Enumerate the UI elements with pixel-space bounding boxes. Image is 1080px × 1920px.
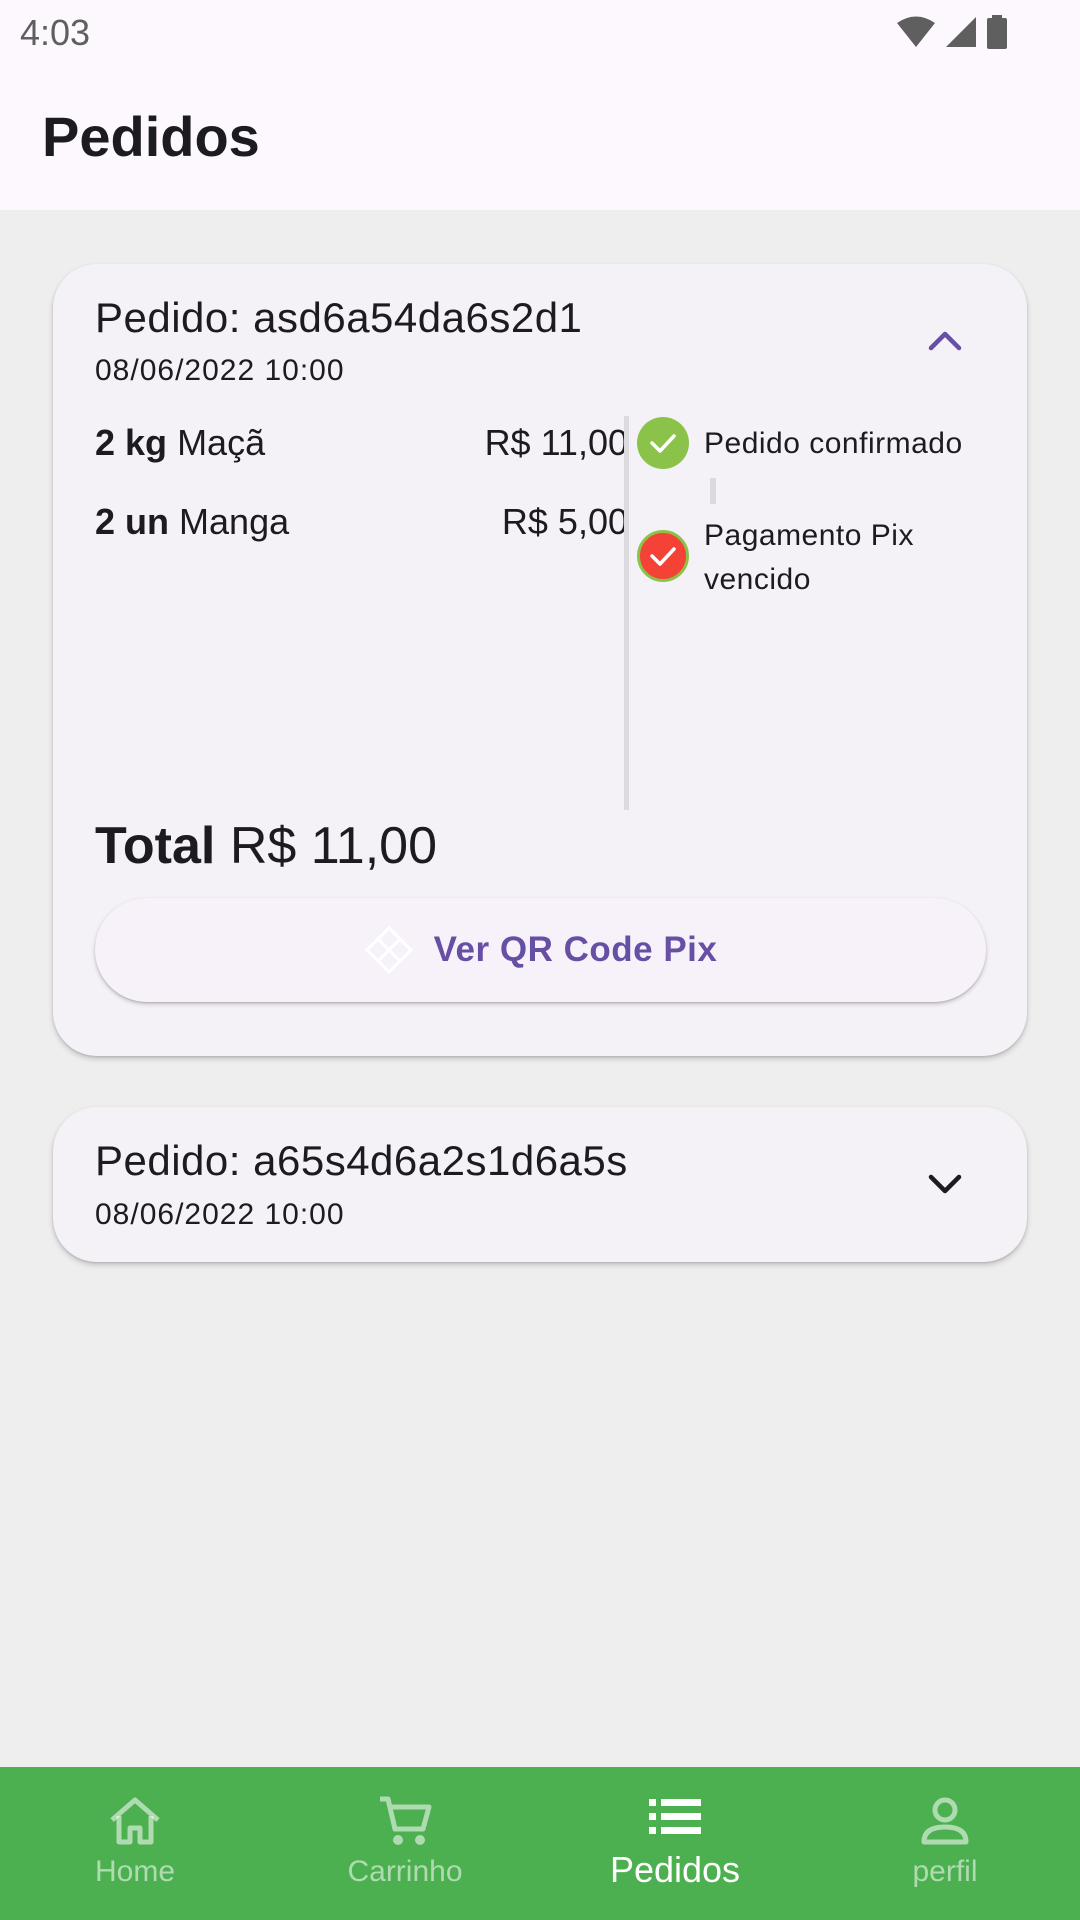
item-price: R$ 11,00 bbox=[484, 422, 628, 463]
total-value: R$ 11,00 bbox=[229, 817, 437, 875]
order-id: Pedido: a65s4d6a2s1d6a5s bbox=[95, 1137, 628, 1184]
total-label: Total bbox=[95, 817, 216, 875]
order-date: 08/06/2022 10:00 bbox=[95, 354, 345, 387]
bottom-navigation: Home Carrinho Pedidos perfil bbox=[0, 1767, 1080, 1920]
timeline-status-label: Pedido confirmado bbox=[704, 427, 963, 460]
list-item: 2 kg Maçã R$ 11,00 bbox=[95, 422, 628, 470]
person-icon bbox=[921, 1797, 969, 1845]
item-quantity: 2 un bbox=[95, 501, 170, 542]
nav-item-profile[interactable]: perfil bbox=[810, 1767, 1080, 1920]
item-name: Manga bbox=[179, 501, 290, 542]
status-expired-indicator bbox=[637, 530, 689, 582]
item-name: Maçã bbox=[177, 422, 266, 463]
order-id: Pedido: asd6a54da6s2d1 bbox=[95, 294, 583, 341]
order-date: 08/06/2022 10:00 bbox=[95, 1198, 345, 1231]
nav-label: Pedidos bbox=[609, 1849, 741, 1890]
expand-button[interactable] bbox=[919, 1158, 971, 1210]
home-icon bbox=[110, 1797, 160, 1845]
nav-label: perfil bbox=[912, 1855, 978, 1888]
nav-label: Home bbox=[94, 1855, 176, 1888]
page-title: Pedidos bbox=[42, 105, 260, 168]
nav-item-home[interactable]: Home bbox=[0, 1767, 270, 1920]
nav-item-cart[interactable]: Carrinho bbox=[270, 1767, 540, 1920]
check-icon bbox=[650, 547, 676, 566]
cart-icon bbox=[380, 1796, 432, 1845]
app-bar: Pedidos bbox=[0, 66, 1080, 210]
item-quantity: 2 kg bbox=[95, 422, 168, 463]
view-qr-code-label: Ver QR Code Pix bbox=[433, 930, 718, 969]
battery-icon bbox=[987, 15, 1007, 49]
wifi-icon bbox=[897, 16, 935, 47]
item-price: R$ 5,00 bbox=[501, 501, 628, 542]
pix-icon bbox=[364, 925, 413, 975]
order-card[interactable]: Pedido: a65s4d6a2s1d6a5s 08/06/2022 10:0… bbox=[53, 1107, 1027, 1262]
status-time: 4:03 bbox=[20, 12, 91, 53]
chevron-up-icon bbox=[928, 331, 962, 351]
order-card[interactable]: Pedido: asd6a54da6s2d1 08/06/2022 10:00 … bbox=[53, 264, 1027, 1056]
list-item: 2 un Manga R$ 5,00 bbox=[95, 501, 628, 549]
vertical-divider bbox=[624, 416, 629, 810]
cell-signal-icon bbox=[946, 17, 976, 47]
app-root: 4:03 Pedidos Pedido: asd6a54da6s2d1 08/0… bbox=[0, 0, 1080, 1920]
timeline-connector bbox=[710, 478, 716, 504]
timeline-status-label: Pagamento Pix vencido bbox=[704, 519, 914, 596]
status-bar: 4:03 bbox=[0, 0, 1080, 66]
view-qr-code-button[interactable]: Ver QR Code Pix bbox=[95, 898, 986, 1002]
list-icon bbox=[649, 1799, 701, 1834]
check-icon bbox=[650, 434, 676, 453]
status-icons bbox=[896, 14, 1008, 50]
collapse-button[interactable] bbox=[919, 314, 971, 366]
status-confirmed-indicator bbox=[637, 417, 689, 469]
chevron-down-icon bbox=[928, 1174, 962, 1194]
order-total: Total R$ 11,00 bbox=[95, 816, 437, 876]
nav-label: Carrinho bbox=[347, 1855, 463, 1888]
nav-item-orders[interactable]: Pedidos bbox=[540, 1767, 810, 1920]
